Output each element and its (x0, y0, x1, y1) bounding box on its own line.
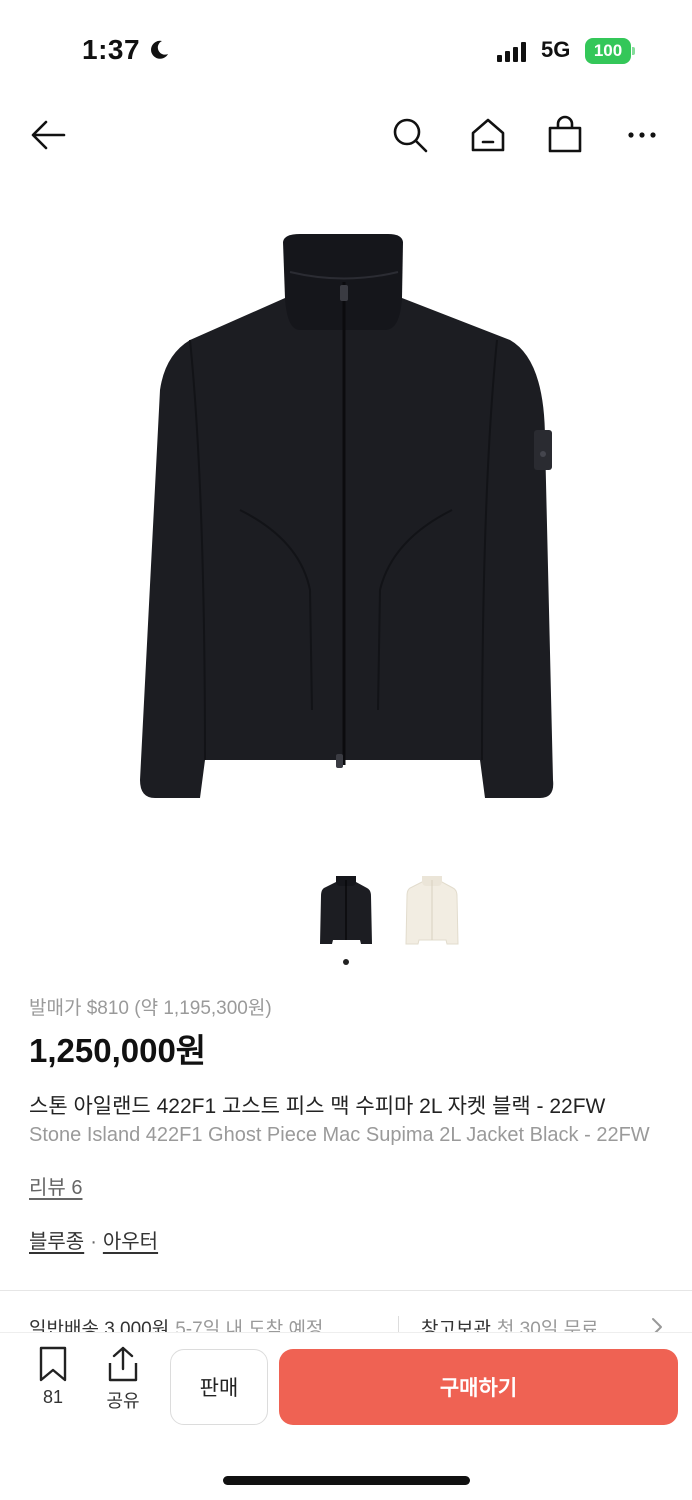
product-image (140, 234, 554, 798)
section-divider (0, 1290, 692, 1291)
product-image-carousel[interactable] (0, 190, 692, 840)
bottom-action-bar: 81 공유 판매 구매하기 (0, 1332, 692, 1500)
category-link-blouson[interactable]: 블루종 (29, 1231, 84, 1253)
bookmark-button[interactable]: 81 (28, 1345, 78, 1425)
thumbnail-list (314, 872, 474, 952)
thumbnail-black[interactable] (314, 872, 378, 948)
home-icon (471, 118, 505, 152)
thumbnail-white[interactable] (400, 872, 464, 948)
thumbnail-image (320, 876, 372, 944)
text-fade (652, 1124, 692, 1147)
release-price: 발매가 $810 (약 1,195,300원) (29, 998, 272, 1019)
moon-icon (151, 40, 168, 59)
product-name-korean: 스톤 아일랜드 422F1 고스트 피스 맥 수피마 2L 자켓 블랙 - 22… (29, 1090, 692, 1120)
home-indicator[interactable] (223, 1476, 470, 1485)
product-name-korean-text: 스톤 아일랜드 422F1 고스트 피스 맥 수피마 2L 자켓 블랙 - 22… (29, 1095, 606, 1118)
home-button[interactable] (465, 112, 511, 158)
back-button[interactable] (25, 112, 71, 158)
product-name-english-text: Stone Island 422F1 Ghost Piece Mac Supim… (29, 1124, 650, 1146)
current-price: 1,250,000원 (29, 1032, 207, 1069)
network-label: 5G (541, 37, 571, 62)
thumbnail-image (405, 876, 459, 945)
category-breadcrumb: 블루종 · 아우터 (29, 1225, 158, 1254)
back-arrow-icon (31, 120, 66, 150)
more-button[interactable] (619, 112, 665, 158)
shopping-bag-icon (548, 115, 582, 153)
search-icon (393, 118, 428, 153)
product-name-english: Stone Island 422F1 Ghost Piece Mac Supim… (29, 1124, 692, 1147)
category-link-outer[interactable]: 아우터 (103, 1231, 158, 1253)
carousel-indicator-dot (343, 959, 349, 965)
share-icon (108, 1346, 138, 1382)
status-time: 1:37 (82, 34, 141, 65)
share-label: 공유 (106, 1391, 140, 1411)
bookmark-count: 81 (42, 1387, 64, 1407)
bookmark-icon (39, 1346, 67, 1382)
search-button[interactable] (387, 112, 433, 158)
share-button[interactable]: 공유 (98, 1345, 148, 1425)
more-icon (628, 132, 656, 138)
status-bar: 1:37 5G 100 (0, 0, 692, 100)
text-fade (652, 1090, 692, 1120)
battery-icon: 100 (585, 38, 631, 64)
category-separator: · (90, 1231, 97, 1253)
top-nav (0, 100, 692, 170)
review-link[interactable]: 리뷰 6 (29, 1171, 82, 1200)
buy-button[interactable]: 구매하기 (279, 1349, 678, 1425)
sell-button[interactable]: 판매 (170, 1349, 268, 1425)
battery-tip (632, 47, 635, 55)
cart-button[interactable] (542, 112, 588, 158)
signal-icon (497, 42, 526, 62)
